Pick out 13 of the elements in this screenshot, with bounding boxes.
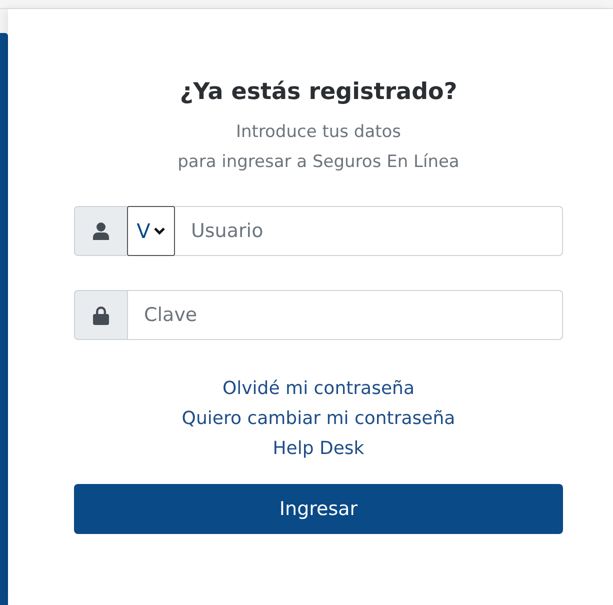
subtitle-text: para ingresar a Seguros En Línea [178,152,460,172]
help-link[interactable]: Olvidé mi contraseña [222,378,414,399]
lock-icon [93,306,109,324]
username-field[interactable]: Usuario [175,206,563,256]
document-type-dropdown[interactable]: V [127,206,175,256]
help-link[interactable]: Help Desk [272,438,364,459]
subtitle-text: Introduce tus datos [236,122,402,142]
login-heading: ¿Ya estás registrado? [180,79,458,105]
password-field[interactable]: Clave [127,290,563,340]
help-link[interactable]: Quiero cambiar mi contraseña [182,408,456,429]
login-button[interactable]: Ingresar [74,484,563,534]
chevron-icon [154,227,166,235]
user-icon [93,222,109,240]
